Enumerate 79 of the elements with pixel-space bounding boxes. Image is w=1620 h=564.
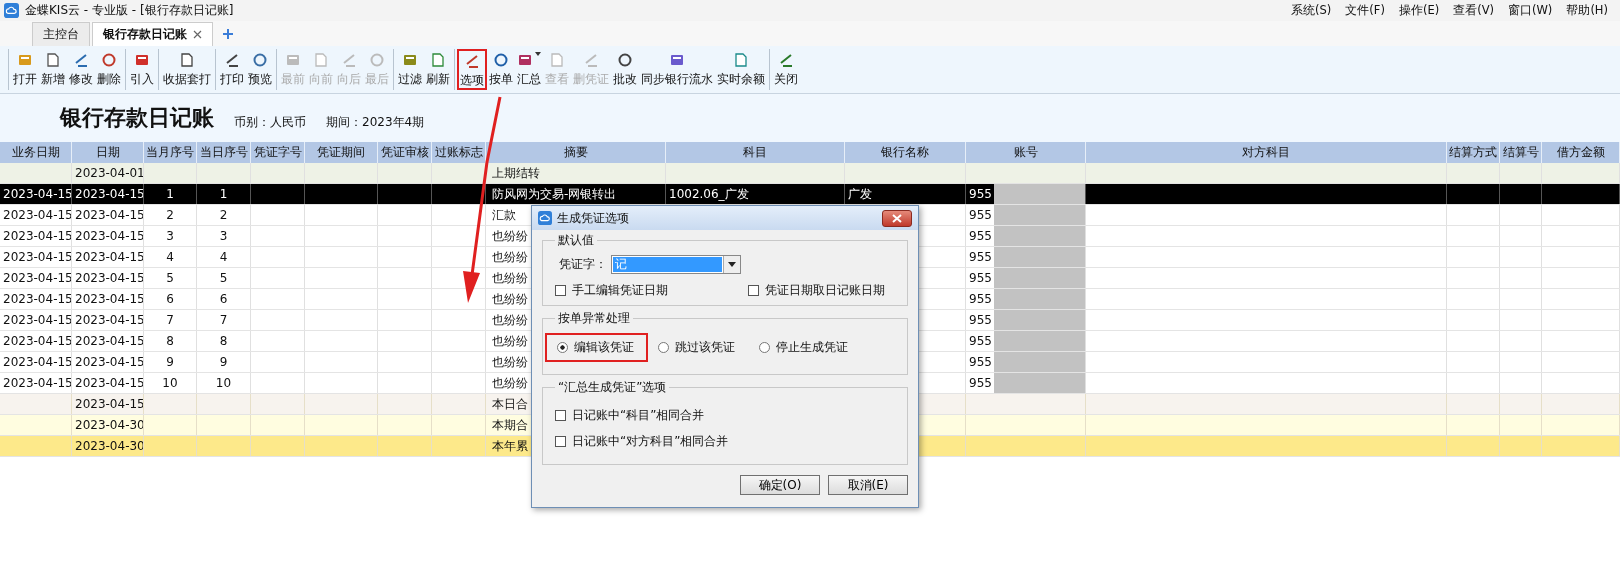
table-cell-text: 广发 [848, 186, 872, 203]
table-cell-text: 2023-04-15 [3, 249, 71, 266]
table-cell-text: 2 [166, 207, 174, 224]
table-cell-text: 2023-04-15 [75, 249, 143, 266]
table-cell-text: 1 [219, 186, 228, 203]
table-cell-text: 955 [969, 312, 992, 329]
table-cell-text: 本期合 [492, 417, 528, 434]
table-cell-text: 2023-04-15 [75, 207, 143, 224]
table-cell-text: 也纷纷 [492, 291, 528, 308]
table-cell-text: 2023-04-15 [3, 354, 71, 371]
table-cell-text: 2023-04-15 [75, 291, 143, 308]
table-cell-text: 8 [166, 333, 174, 350]
window-title: 金蝶KIS云 - 专业版 - [银行存款日记账] [25, 2, 234, 19]
table-cell-text: 955 [969, 291, 992, 308]
group-label: 默认值 [557, 232, 595, 249]
table-cell-text: 2023-04-30 [75, 438, 143, 455]
table-cell-text: 6 [219, 291, 228, 308]
table-cell-text: 5 [219, 270, 228, 287]
table-cell-text: 6 [166, 291, 174, 308]
table-cell-text: 3 [166, 228, 174, 245]
table-cell-text: 7 [166, 312, 174, 329]
table-cell-text: 955 [969, 207, 992, 224]
table-cell-text: 10 [215, 375, 232, 392]
table-cell-text: 5 [166, 270, 174, 287]
table-cell-text: 防风网为交易-网银转出 [492, 186, 617, 203]
table-cell-text: 8 [219, 333, 228, 350]
table-cell-text: 4 [219, 249, 228, 266]
table-cell-text: 2023-04-15 [3, 375, 71, 392]
table-cell-text: 2023-04-15 [3, 186, 71, 203]
table-cell-text: 也纷纷 [492, 270, 528, 287]
table-cell-text: 2 [219, 207, 228, 224]
table-cell-text: 本年累 [492, 438, 528, 455]
table-cell-text: 2023-04-15 [75, 396, 143, 413]
report-title: 银行存款日记账 [60, 104, 214, 132]
table-cell-text: 955 [969, 333, 992, 350]
currency-label: 币别：人民币 [234, 113, 306, 131]
table-cell-text: 2023-04-15 [75, 186, 143, 203]
table-cell-text: 2023-04-30 [75, 417, 143, 434]
table-cell-text: 2023-04-01 [75, 165, 143, 182]
table-cell-text: 2023-04-15 [75, 354, 143, 371]
table-cell-text: 也纷纷 [492, 249, 528, 266]
table-cell-text: 2023-04-15 [3, 228, 71, 245]
table-cell-text: 也纷纷 [492, 333, 528, 350]
table-cell-text: 汇款 [492, 207, 516, 224]
period-label: 期间：2023年4期 [326, 113, 425, 131]
table-cell-text: 955 [969, 228, 992, 245]
table-cell-text: 2023-04-15 [3, 291, 71, 308]
table-cell-text: 本日合 [492, 396, 528, 413]
table-cell-text: 4 [166, 249, 174, 266]
table-cell-text: 955 [969, 270, 992, 287]
group-label: “汇总生成凭证”选项 [557, 379, 668, 396]
table-cell-text: 2023-04-15 [3, 312, 71, 329]
table-cell-text: 也纷纷 [492, 375, 528, 392]
table-cell-text: 2023-04-15 [75, 312, 143, 329]
table-cell-text: 7 [219, 312, 228, 329]
table-cell-text: 1 [166, 186, 174, 203]
table-cell-text: 9 [219, 354, 228, 371]
table-cell-text: 也纷纷 [492, 354, 528, 371]
table-cell-text: 955 [969, 375, 992, 392]
table-cell-text: 上期结转 [492, 165, 540, 182]
table-cell-text: 2023-04-15 [75, 333, 143, 350]
field-label: 凭证字： [559, 256, 607, 273]
table-cell-text: 955 [969, 249, 992, 266]
group-label: 按单异常处理 [557, 310, 631, 327]
table-cell-text: 也纷纷 [492, 228, 528, 245]
table-cell-text: 也纷纷 [492, 312, 528, 329]
table-cell-text: 2023-04-15 [3, 270, 71, 287]
table-cell-text: 955 [969, 186, 992, 203]
table-cell-text: 3 [219, 228, 228, 245]
table-cell-text: 1002.06_广发 [669, 186, 749, 203]
dialog-title: 生成凭证选项 [557, 209, 629, 227]
table-cell-text: 955 [969, 354, 992, 371]
table-cell-text: 2023-04-15 [3, 333, 71, 350]
table-cell-text: 2023-04-15 [75, 228, 143, 245]
table-cell-text: 2023-04-15 [3, 207, 71, 224]
table-cell-text: 9 [166, 354, 174, 371]
table-cell-text: 10 [162, 375, 178, 392]
table-cell-text: 2023-04-15 [75, 270, 143, 287]
table-cell-text: 2023-04-15 [75, 375, 143, 392]
